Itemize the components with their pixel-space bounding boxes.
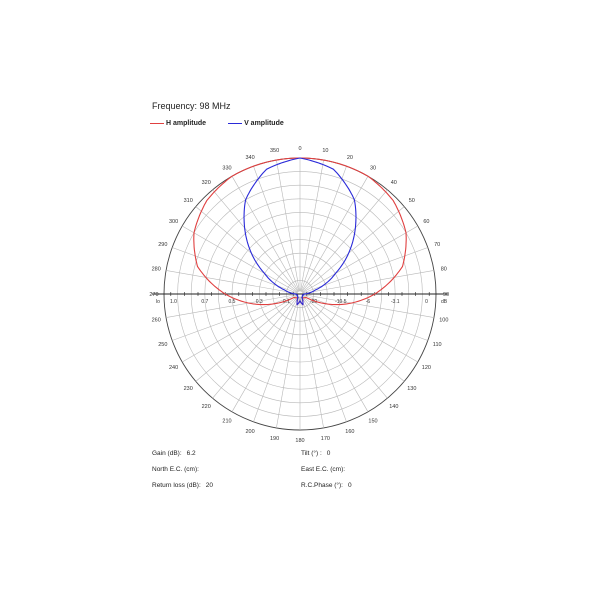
tilt-value: 0 bbox=[326, 450, 331, 457]
east-ec-label: East E.C. (cm): bbox=[301, 466, 346, 473]
tilt-label: Tilt (°) : bbox=[301, 450, 322, 457]
angle-label: 40 bbox=[391, 180, 397, 186]
rc-phase-value: 0 bbox=[347, 482, 352, 489]
angle-label: 350 bbox=[270, 148, 279, 154]
angle-label: 80 bbox=[441, 267, 447, 273]
tilt-readout: Tilt (°) : 0 bbox=[301, 450, 330, 457]
angle-label: 150 bbox=[368, 418, 377, 424]
angle-label: 310 bbox=[184, 198, 193, 204]
angle-label: 170 bbox=[321, 436, 330, 442]
angle-label: 200 bbox=[246, 429, 255, 435]
angle-label: 250 bbox=[158, 342, 167, 348]
right-scale-end-label: dB bbox=[441, 299, 448, 305]
right-scale-tick-label: -3.1 bbox=[391, 299, 400, 305]
angle-label: 30 bbox=[370, 166, 376, 172]
angle-label: 60 bbox=[423, 219, 429, 225]
angle-label: 100 bbox=[439, 317, 448, 323]
angle-label: 110 bbox=[433, 342, 442, 348]
rc-phase-readout: R.C.Phase (°): 0 bbox=[301, 482, 352, 489]
angle-label: 140 bbox=[389, 404, 398, 410]
grid-spoke bbox=[166, 270, 298, 294]
gain-label: Gain (dB): bbox=[152, 450, 182, 457]
right-scale-tick-label: -6 bbox=[366, 299, 371, 305]
angle-label: 120 bbox=[422, 365, 431, 371]
grid-spoke bbox=[195, 295, 299, 382]
angle-label: 320 bbox=[202, 180, 211, 186]
angle-label: 20 bbox=[347, 155, 353, 161]
grid-spoke bbox=[300, 296, 324, 428]
angle-label: 70 bbox=[434, 242, 440, 248]
angle-label: 180 bbox=[295, 438, 304, 444]
right-scale-tick-label: 0 bbox=[425, 299, 428, 305]
gain-readout: Gain (dB): 6.2 bbox=[152, 450, 196, 457]
left-scale-tick-label: 0.7 bbox=[201, 299, 208, 305]
grid-spoke bbox=[301, 206, 405, 293]
grid-spoke bbox=[301, 295, 405, 382]
east-ec-readout: East E.C. (cm): bbox=[301, 466, 350, 473]
angle-label: 300 bbox=[169, 219, 178, 225]
grid-spoke bbox=[300, 160, 324, 292]
grid-spoke bbox=[301, 295, 388, 399]
grid-spoke bbox=[301, 189, 388, 293]
return-loss-readout: Return loss (dB): 20 bbox=[152, 482, 213, 489]
angle-label: 160 bbox=[345, 429, 354, 435]
angle-label: 210 bbox=[222, 418, 231, 424]
angle-label: 190 bbox=[270, 436, 279, 442]
angle-label: 220 bbox=[202, 404, 211, 410]
gain-value: 6.2 bbox=[186, 450, 196, 457]
grid-spoke bbox=[195, 206, 299, 293]
polar-chart: 0 10 20 30 40 50 60 70 80 90 100 110 120 130 140 150 160… bbox=[149, 146, 449, 444]
angle-label: 270 bbox=[149, 292, 158, 298]
angle-label: 330 bbox=[222, 166, 231, 172]
angle-label: 340 bbox=[246, 155, 255, 161]
angle-label: 10 bbox=[322, 148, 328, 154]
angle-label: 90 bbox=[443, 292, 449, 298]
grid-spoke bbox=[276, 160, 300, 292]
angle-label: 290 bbox=[158, 242, 167, 248]
rc-phase-label: R.C.Phase (°): bbox=[301, 482, 343, 489]
grid-spoke bbox=[212, 189, 299, 293]
return-loss-value: 20 bbox=[205, 482, 214, 489]
angle-label: 260 bbox=[152, 317, 161, 323]
angle-label: 280 bbox=[152, 267, 161, 273]
left-scale-tick-label: 0.5 bbox=[229, 299, 236, 305]
north-ec-readout: North E.C. (cm): bbox=[152, 466, 204, 473]
left-scale-tick-label: 1.0 bbox=[170, 299, 177, 305]
angle-label: 130 bbox=[407, 386, 416, 392]
return-loss-label: Return loss (dB): bbox=[152, 482, 201, 489]
angle-label: 0 bbox=[298, 146, 301, 152]
north-ec-label: North E.C. (cm): bbox=[152, 466, 199, 473]
grid-spoke bbox=[212, 295, 299, 399]
left-scale-end-label: lo bbox=[156, 299, 160, 305]
grid-spoke bbox=[253, 166, 300, 292]
grid-spoke bbox=[253, 296, 300, 422]
grid-spoke bbox=[276, 296, 300, 428]
grid-spoke bbox=[302, 270, 434, 294]
angle-label: 50 bbox=[409, 198, 415, 204]
angle-label: 230 bbox=[184, 386, 193, 392]
angle-label: 240 bbox=[169, 365, 178, 371]
grid-spoke bbox=[300, 296, 347, 422]
grid-spoke bbox=[300, 166, 347, 292]
